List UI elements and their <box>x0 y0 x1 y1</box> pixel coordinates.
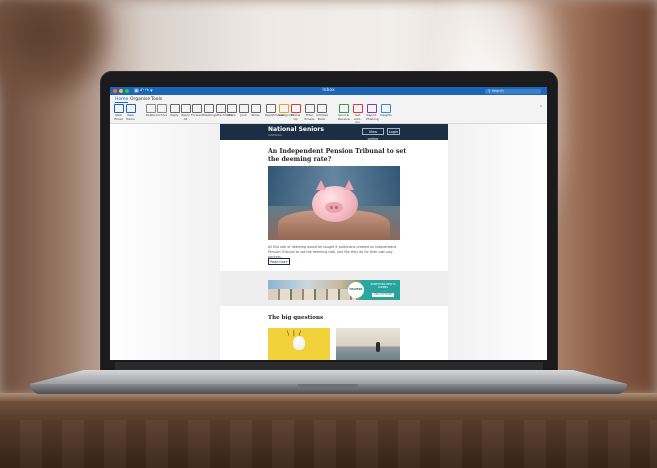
ribbon-button-send-receive[interactable]: Send & Receive <box>338 104 350 121</box>
ribbon-button-reply[interactable]: Reply <box>169 104 180 118</box>
advert-houses <box>268 289 356 300</box>
laptop-base <box>30 370 627 396</box>
reply-icon <box>169 104 180 113</box>
ribbon-button-label: Archive <box>156 113 168 117</box>
newsletter-header: National Seniors AUSTRALIA View online L… <box>220 124 448 141</box>
ribbon-button-rules[interactable]: Rules <box>250 104 261 118</box>
tab-tools[interactable]: Tools <box>151 97 162 102</box>
rules-icon <box>250 104 261 113</box>
ribbon-button-label: Address Book <box>316 113 328 121</box>
ribbon-button-label: Send & Receive <box>338 113 350 121</box>
tab-home[interactable]: Home <box>115 97 129 103</box>
brand-logo-text: National Seniors <box>268 126 324 133</box>
meeting-icon <box>203 104 214 113</box>
new-items-icon <box>125 104 136 113</box>
ribbon-button-meeting[interactable]: Meeting <box>203 104 216 118</box>
add-ins-icon <box>352 104 363 113</box>
address-book-icon <box>316 104 327 113</box>
new-email-icon <box>113 104 124 113</box>
search-input[interactable]: ⚲ Search <box>485 88 541 94</box>
login-button[interactable]: Login <box>387 128 400 135</box>
ribbon-button-follow-up[interactable]: Follow Up <box>290 104 301 121</box>
forward-icon <box>191 104 202 113</box>
ribbon-button-read-unread[interactable]: Read/Unread <box>265 104 284 118</box>
right-margin <box>448 124 547 360</box>
insights-icon <box>380 104 391 113</box>
folder-pane <box>110 124 220 360</box>
advert-cta-button[interactable]: FIND OUT MORE <box>372 293 394 297</box>
email-reading-pane[interactable]: National Seniors AUSTRALIA View online L… <box>220 124 448 360</box>
ribbon-button-label: New Email <box>114 113 123 121</box>
section-title: The big questions <box>268 315 324 321</box>
attachment-icon <box>215 104 226 113</box>
junk-icon <box>238 104 249 113</box>
report-icon <box>366 104 377 113</box>
ribbon-toolbar: New Email New Items Delete Archive Reply Repl… <box>110 103 547 124</box>
ribbon-button-junk[interactable]: Junk <box>238 104 249 118</box>
ribbon-button-label: Report Phishing <box>366 113 379 121</box>
ribbon-button-label: Filter Emails <box>304 113 315 121</box>
lightbulb-icon <box>293 336 305 350</box>
lightbulb-image[interactable]: \ | / <box>268 328 330 360</box>
ribbon-button-insights[interactable]: Insights <box>380 104 392 118</box>
brand-subtitle: AUSTRALIA <box>268 133 282 137</box>
ribbon-button-delete[interactable]: Delete <box>145 104 156 118</box>
ribbon-button-label: Forward <box>191 113 204 117</box>
move-icon <box>226 104 237 113</box>
piggy-bank-image[interactable] <box>268 166 400 240</box>
runner-figure <box>376 342 380 352</box>
pig-snout <box>325 202 343 213</box>
read-more-button[interactable]: Read more <box>268 258 290 265</box>
ribbon-button-move[interactable]: Move <box>226 104 237 118</box>
filter-icon <box>304 104 315 113</box>
ribbon-button-label: Insights <box>380 113 392 117</box>
read-unread-icon <box>265 104 276 113</box>
ribbon-button-label: Get Add-ins <box>354 113 361 124</box>
ribbon-button-forward[interactable]: Forward <box>191 104 204 118</box>
send-receive-icon <box>338 104 349 113</box>
ribbon-button-label: Junk <box>240 113 247 117</box>
delete-icon <box>145 104 156 113</box>
ribbon-button-get-add-ins[interactable]: Get Add-ins <box>352 104 363 125</box>
table-grain <box>0 420 657 468</box>
search-placeholder: Search <box>491 88 504 93</box>
window-title: Inbox <box>322 88 335 93</box>
laptop-notch <box>298 384 358 388</box>
ribbon-button-reply-all[interactable]: Reply All <box>180 104 191 121</box>
ribbon-button-report-phishing[interactable]: Report Phishing <box>366 104 379 121</box>
ribbon-button-label: Move <box>227 113 236 117</box>
categorise-icon <box>278 104 289 113</box>
ribbon-button-new-items[interactable]: New Items <box>125 104 136 121</box>
ribbon-button-categorise[interactable]: Categorise <box>278 104 294 118</box>
window-titlebar: ▣↶↷▾ Inbox ⚲ Search <box>110 87 547 95</box>
archive-icon <box>156 104 167 113</box>
ribbon-button-filter-emails[interactable]: Filter Emails <box>304 104 315 121</box>
laptop-base-top <box>30 370 627 384</box>
advert-logo: HALVERS <box>348 282 364 298</box>
ribbon-button-attachment[interactable]: Attachment <box>215 104 233 118</box>
laptop-screen: ▣↶↷▾ Inbox ⚲ Search Home Organise Tools … <box>110 87 547 360</box>
ribbon-button-new-email[interactable]: New Email <box>113 104 124 121</box>
ribbon-button-label: Reply All <box>181 113 190 121</box>
ribbon-button-archive[interactable]: Archive <box>156 104 167 118</box>
ribbon-button-address-book[interactable]: Address Book <box>316 104 328 121</box>
ribbon-button-label: Delete <box>145 113 156 117</box>
search-icon: ⚲ <box>488 88 491 93</box>
runner-image[interactable] <box>336 328 400 360</box>
ribbon-button-label: Meeting <box>203 113 216 117</box>
tab-organise[interactable]: Organise <box>130 97 150 102</box>
ribbon-button-label: Reply <box>170 113 179 117</box>
ribbon-button-label: Rules <box>251 113 260 117</box>
reply-all-icon <box>180 104 191 113</box>
ribbon-tabs: Home Organise Tools <box>110 95 547 103</box>
advert-headline: SOMETHING NEW IS COMING <box>370 283 396 290</box>
ribbon-button-label: New Items <box>126 113 135 121</box>
ribbon-button-label: Follow Up <box>290 113 301 121</box>
flag-icon <box>290 104 301 113</box>
view-online-button[interactable]: View online <box>362 128 384 141</box>
article-headline[interactable]: An Independent Pension Tribunal to set t… <box>268 148 408 164</box>
advert-banner[interactable]: HALVERS SOMETHING NEW IS COMING FIND OUT… <box>268 280 400 300</box>
collapse-ribbon-icon[interactable]: ⌃ <box>539 105 543 111</box>
